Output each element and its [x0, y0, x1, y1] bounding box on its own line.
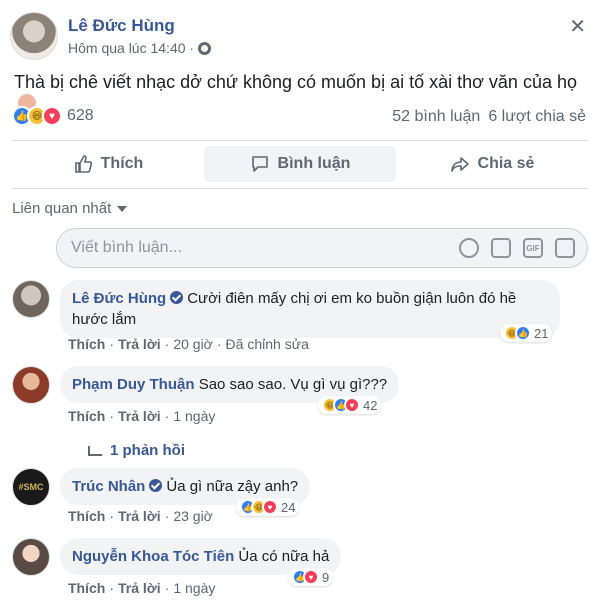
commenter-name[interactable]: Trúc Nhân — [72, 478, 145, 495]
comment-placeholder: Viết bình luận... — [71, 239, 182, 256]
comment-like-link[interactable]: Thích — [68, 508, 105, 524]
avatar[interactable] — [12, 538, 50, 576]
comment-time[interactable]: 20 giờ — [173, 336, 213, 352]
avatar[interactable]: #SMC — [12, 468, 50, 506]
comment-input[interactable]: Viết bình luận... GIF — [56, 228, 588, 268]
comment-icon — [251, 156, 268, 172]
comment-reaction-count: 42 — [363, 397, 378, 413]
post-text-content: Thà bị chê viết nhạc dở chứ không có muố… — [14, 72, 577, 92]
reaction-count: 628 — [67, 107, 94, 124]
comment-reply-link[interactable]: Trả lời — [118, 408, 161, 424]
author-name[interactable]: Lê Đức Hùng — [68, 16, 175, 36]
camera-icon[interactable] — [491, 238, 511, 258]
gif-icon[interactable]: GIF — [523, 238, 543, 258]
comment-reaction-count: 9 — [322, 569, 330, 585]
reply-arrow-icon — [88, 445, 102, 456]
verified-icon — [149, 479, 163, 492]
view-replies-link[interactable]: 1 phản hồi — [88, 442, 185, 459]
avatar[interactable] — [12, 280, 50, 318]
comment-actions: Thích · Trả lời · 20 giờ · Đã chỉnh sửa — [68, 336, 309, 352]
chevron-down-icon — [117, 205, 128, 212]
post-header: Lê Đức Hùng Hôm qua lúc 14:40 · ✕ — [10, 12, 590, 62]
close-icon[interactable]: ✕ — [569, 14, 586, 39]
comment-reaction-count: 21 — [534, 325, 549, 341]
post-meta: Hôm qua lúc 14:40 · — [68, 40, 212, 56]
comment-text: Ủa gì nữa zậy anh? — [166, 478, 299, 495]
comment-reply-link[interactable]: Trả lời — [118, 508, 161, 524]
comment-time[interactable]: 1 ngày — [173, 408, 215, 424]
post-stats: 52 bình luận 6 lượt chia sẻ — [392, 108, 586, 126]
comment-reactions[interactable]: 👍 ♥ 9 — [288, 568, 334, 586]
author-avatar[interactable] — [10, 12, 58, 60]
post-actions: Thích Bình luận Chia sẻ — [12, 146, 588, 182]
sort-label: Liên quan nhất — [12, 200, 112, 217]
comment-text: Ủa có nữa hả — [238, 548, 330, 565]
avatar[interactable] — [12, 366, 50, 404]
comment-time[interactable]: 1 ngày — [173, 580, 215, 596]
love-reaction-icon: ♥ — [42, 106, 62, 126]
sticker-icon[interactable] — [555, 238, 575, 258]
comment-actions: Thích · Trả lời · 23 giờ — [68, 508, 213, 524]
comment-like-link[interactable]: Thích — [68, 336, 105, 352]
sort-dropdown[interactable]: Liên quan nhất — [12, 200, 128, 217]
comment-reaction-count: 24 — [281, 499, 296, 515]
comment-bubble: Lê Đức Hùng Cười điên mấy chị ơi em ko bu… — [60, 280, 560, 338]
love-reaction-icon: ♥ — [262, 499, 278, 515]
like-reaction-icon: 👍 — [515, 325, 531, 341]
comment-like-link[interactable]: Thích — [68, 580, 105, 596]
comment-input-tools: GIF — [459, 238, 575, 258]
like-button[interactable]: Thích — [12, 146, 204, 182]
commenter-name[interactable]: Phạm Duy Thuận — [72, 376, 195, 393]
comment-text: Sao sao sao. Vụ gì vụ gì??? — [198, 376, 388, 393]
like-icon — [74, 155, 92, 173]
comment-actions: Thích · Trả lời · 1 ngày — [68, 408, 216, 424]
commenter-name[interactable]: Lê Đức Hùng — [72, 290, 166, 307]
comment-time[interactable]: 23 giờ — [173, 508, 213, 524]
love-reaction-icon: ♥ — [344, 397, 360, 413]
divider — [12, 188, 588, 189]
comment-button[interactable]: Bình luận — [204, 146, 396, 182]
globe-icon — [198, 41, 212, 55]
replies-count: 1 phản hồi — [110, 442, 185, 459]
comment-reply-link[interactable]: Trả lời — [118, 580, 161, 596]
love-reaction-icon: ♥ — [303, 569, 319, 585]
divider — [12, 140, 588, 141]
comment-edited: Đã chỉnh sửa — [225, 336, 309, 352]
comment-label: Bình luận — [277, 155, 351, 172]
comment-like-link[interactable]: Thích — [68, 408, 105, 424]
share-icon — [450, 157, 469, 172]
share-label: Chia sẻ — [477, 155, 535, 172]
comments-count[interactable]: 52 bình luận — [392, 108, 480, 126]
comment-reactions[interactable]: 😆 👍 ♥ 42 — [318, 396, 382, 414]
commenter-name[interactable]: Nguyễn Khoa Tóc Tiên — [72, 548, 234, 565]
like-label: Thích — [100, 155, 144, 172]
shares-count[interactable]: 6 lượt chia sẻ — [488, 108, 586, 126]
post-reactions[interactable]: 👍 😆 ♥ 628 — [12, 106, 94, 126]
emoji-icon[interactable] — [459, 238, 479, 258]
comment-reactions[interactable]: 😆 👍 21 — [500, 324, 553, 342]
comment-reactions[interactable]: 👍 😆 ♥ 24 — [236, 498, 300, 516]
verified-icon — [170, 291, 184, 304]
post-timestamp[interactable]: Hôm qua lúc 14:40 · — [68, 40, 194, 56]
share-button[interactable]: Chia sẻ — [396, 146, 588, 182]
comment-reply-link[interactable]: Trả lời — [118, 336, 161, 352]
comment-actions: Thích · Trả lời · 1 ngày — [68, 580, 216, 596]
